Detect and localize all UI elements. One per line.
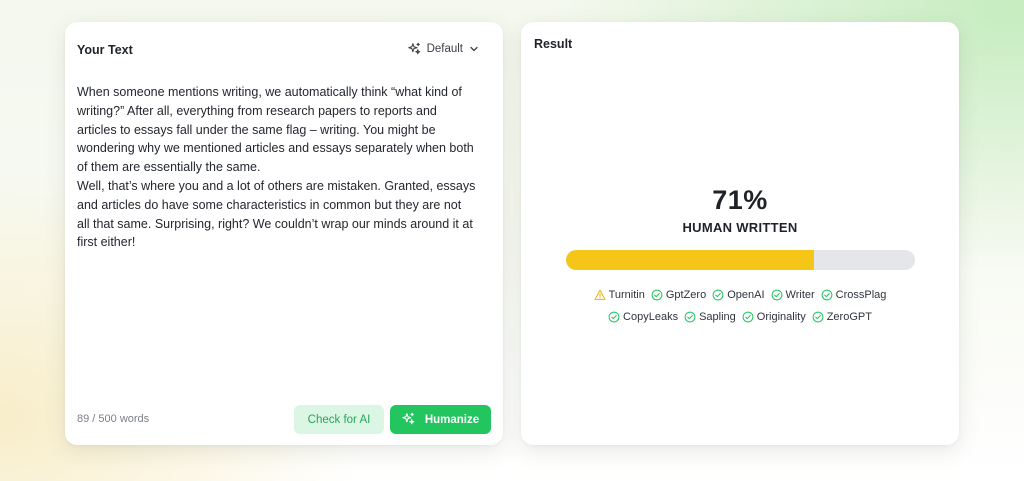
detector-list: CopyLeaks Sapling Originality ZeroGPT: [561, 311, 919, 326]
sparkle-icon: [402, 412, 415, 428]
score-progress-bar: [566, 250, 915, 270]
input-panel-title: Your Text: [77, 43, 133, 57]
check-circle-icon: [742, 311, 754, 323]
check-circle-icon: [812, 311, 824, 323]
detector-name: Sapling: [699, 311, 736, 323]
detector-name: CopyLeaks: [623, 311, 679, 323]
mode-dropdown[interactable]: Default: [407, 42, 479, 55]
check-circle-icon: [771, 289, 783, 301]
detector-item: Sapling: [684, 311, 736, 323]
check-circle-icon: [651, 289, 663, 301]
detector-name: Originality: [756, 311, 806, 323]
detector-name: Writer: [785, 289, 815, 301]
sparkle-icon: [407, 42, 421, 55]
humanize-button[interactable]: Humanize: [390, 405, 491, 434]
check-for-ai-button[interactable]: Check for AI: [294, 405, 384, 434]
check-circle-icon: [608, 311, 620, 323]
mode-label: Default: [426, 42, 463, 55]
detector-item: CopyLeaks: [608, 311, 678, 323]
detector-item: ZeroGPT: [812, 311, 872, 323]
result-panel: Result 71% HUMAN WRITTEN Turnitin GptZero…: [521, 22, 959, 445]
human-score: 71%: [712, 185, 768, 215]
input-panel: Your Text Default When someone mentions …: [65, 22, 503, 445]
result-panel-title: Result: [534, 37, 573, 51]
detector-item: Turnitin: [594, 289, 645, 301]
detector-name: OpenAI: [727, 289, 765, 301]
check-circle-icon: [712, 289, 724, 301]
detector-item: OpenAI: [712, 289, 765, 301]
humanize-label: Humanize: [424, 413, 480, 426]
detector-name: CrossPlag: [835, 289, 887, 301]
chevron-down-icon: [469, 44, 479, 54]
text-paragraph: When someone mentions writing, we automa…: [77, 85, 474, 175]
detector-name: ZeroGPT: [826, 311, 872, 323]
detector-list: Turnitin GptZero OpenAI Writer CrossPlag: [561, 289, 919, 304]
detector-name: Turnitin: [608, 289, 645, 301]
check-circle-icon: [821, 289, 833, 301]
detector-name: GptZero: [665, 289, 707, 301]
detector-item: Writer: [771, 289, 815, 301]
detector-item: Originality: [742, 311, 806, 323]
score-progress-fill: [566, 250, 814, 270]
check-circle-icon: [684, 311, 696, 323]
detector-item: GptZero: [651, 289, 706, 301]
text-input-area[interactable]: When someone mentions writing, we automa…: [77, 83, 477, 252]
check-for-ai-label: Check for AI: [307, 413, 371, 426]
text-paragraph: Well, that’s where you and a lot of othe…: [77, 178, 476, 250]
detector-item: CrossPlag: [821, 289, 887, 301]
word-count: 89 / 500 words: [77, 413, 150, 425]
human-score-label: HUMAN WRITTEN: [682, 220, 798, 235]
warning-icon: [594, 289, 606, 301]
